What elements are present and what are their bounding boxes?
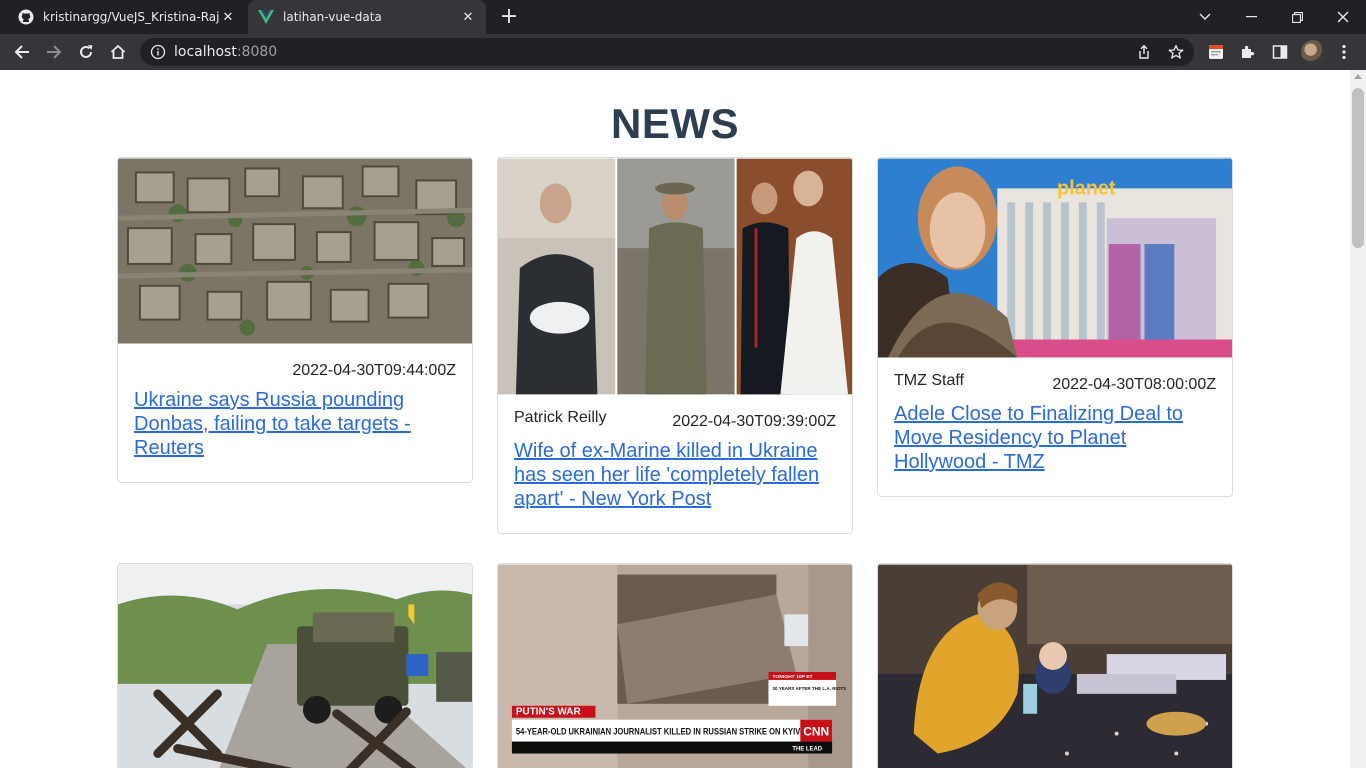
article-author: TMZ Staff xyxy=(894,372,964,389)
article-author: Patrick Reilly xyxy=(514,409,607,426)
site-info-icon[interactable] xyxy=(150,44,166,60)
image-text-promo: 30 YEARS AFTER THE L.A. RIOTS xyxy=(772,686,846,691)
close-tab-icon[interactable]: ✕ xyxy=(460,9,476,25)
new-tab-button[interactable]: + xyxy=(498,6,520,29)
news-card xyxy=(877,563,1233,768)
restore-icon[interactable] xyxy=(1274,0,1320,34)
bookmark-star-icon[interactable] xyxy=(1164,40,1188,64)
image-text-logo: CNN xyxy=(803,725,829,739)
article-headline-link[interactable]: Adele Close to Finalizing Deal to Move R… xyxy=(878,402,1232,496)
url-host: localhost xyxy=(174,44,237,60)
scroll-up-arrow-icon[interactable] xyxy=(1354,74,1362,79)
browser-toolbar: localhost:8080 xyxy=(0,34,1366,70)
article-date: 2022-04-30T09:44:00Z xyxy=(292,362,456,379)
extension-icon[interactable] xyxy=(1206,42,1226,62)
news-card: Patrick Reilly 2022-04-30T09:39:00Z Wife… xyxy=(497,157,853,534)
tab-search-icon[interactable] xyxy=(1182,0,1228,34)
home-icon[interactable] xyxy=(104,38,132,66)
github-icon xyxy=(18,9,34,25)
tab-title: latihan-vue-data xyxy=(283,10,382,24)
page-title: NEWS xyxy=(611,100,739,147)
image-text-promo-time: TONIGHT 10P ET xyxy=(772,674,812,680)
close-tab-icon[interactable]: ✕ xyxy=(220,9,236,25)
tab-github[interactable]: kristinargg/VueJS_Kristina-Rajagu ✕ xyxy=(8,0,246,34)
side-panel-icon[interactable] xyxy=(1270,42,1290,62)
tab-strip: kristinargg/VueJS_Kristina-Rajagu ✕ lati… xyxy=(0,0,1366,34)
article-meta: 2022-04-30T09:44:00Z xyxy=(118,358,472,388)
article-headline-link[interactable]: Ukraine says Russia pounding Donbas, fai… xyxy=(118,388,472,482)
tab-title: kristinargg/VueJS_Kristina-Rajagu xyxy=(43,10,220,24)
vue-icon xyxy=(258,9,274,25)
image-text-banner: PUTIN'S WAR xyxy=(516,707,581,718)
article-image xyxy=(878,564,1232,768)
article-image: TONIGHT 10P ET 30 YEARS AFTER THE L.A. R… xyxy=(498,564,852,768)
reload-icon[interactable] xyxy=(72,38,100,66)
news-card: planet TMZ Staff 2022-04-30T08:00:00Z Ad… xyxy=(877,157,1233,497)
article-date: 2022-04-30T08:00:00Z xyxy=(1052,376,1216,393)
news-card: TONIGHT 10P ET 30 YEARS AFTER THE L.A. R… xyxy=(497,563,853,768)
address-bar[interactable]: localhost:8080 xyxy=(140,38,1194,66)
url-port: :8080 xyxy=(236,44,278,60)
forward-icon[interactable] xyxy=(40,38,68,66)
scrollbar-thumb[interactable] xyxy=(1352,88,1364,248)
article-image xyxy=(498,158,852,395)
article-image: planet xyxy=(878,158,1232,358)
extensions-puzzle-icon[interactable] xyxy=(1238,42,1258,62)
menu-kebab-icon[interactable] xyxy=(1334,42,1354,62)
article-headline-link[interactable]: Wife of ex-Marine killed in Ukraine has … xyxy=(498,439,852,533)
article-meta: Patrick Reilly 2022-04-30T09:39:00Z xyxy=(498,409,852,439)
profile-avatar[interactable] xyxy=(1301,40,1325,64)
share-icon[interactable] xyxy=(1132,40,1156,64)
article-image xyxy=(118,564,472,768)
image-text-ticker: 54-YEAR-OLD UKRAINIAN JOURNALIST KILLED … xyxy=(516,727,800,737)
article-date: 2022-04-30T09:39:00Z xyxy=(672,413,836,430)
image-sign-planet: planet xyxy=(1057,177,1116,199)
close-window-icon[interactable] xyxy=(1320,0,1366,34)
page-scrollbar[interactable] xyxy=(1350,70,1366,768)
news-card: 2022-04-30T09:44:00Z Ukraine says Russia… xyxy=(117,157,473,483)
article-image xyxy=(118,158,472,344)
back-icon[interactable] xyxy=(8,38,36,66)
news-card xyxy=(117,563,473,768)
page-viewport: NEWS 2022-04-30T09:44:00Z Ukraine says R… xyxy=(0,70,1350,768)
tab-latihan-vue-data[interactable]: latihan-vue-data ✕ xyxy=(248,0,486,34)
image-text-show: THE LEAD xyxy=(792,747,822,753)
url-text: localhost:8080 xyxy=(174,44,277,60)
minimize-icon[interactable] xyxy=(1228,0,1274,34)
article-meta: TMZ Staff 2022-04-30T08:00:00Z xyxy=(878,372,1232,402)
